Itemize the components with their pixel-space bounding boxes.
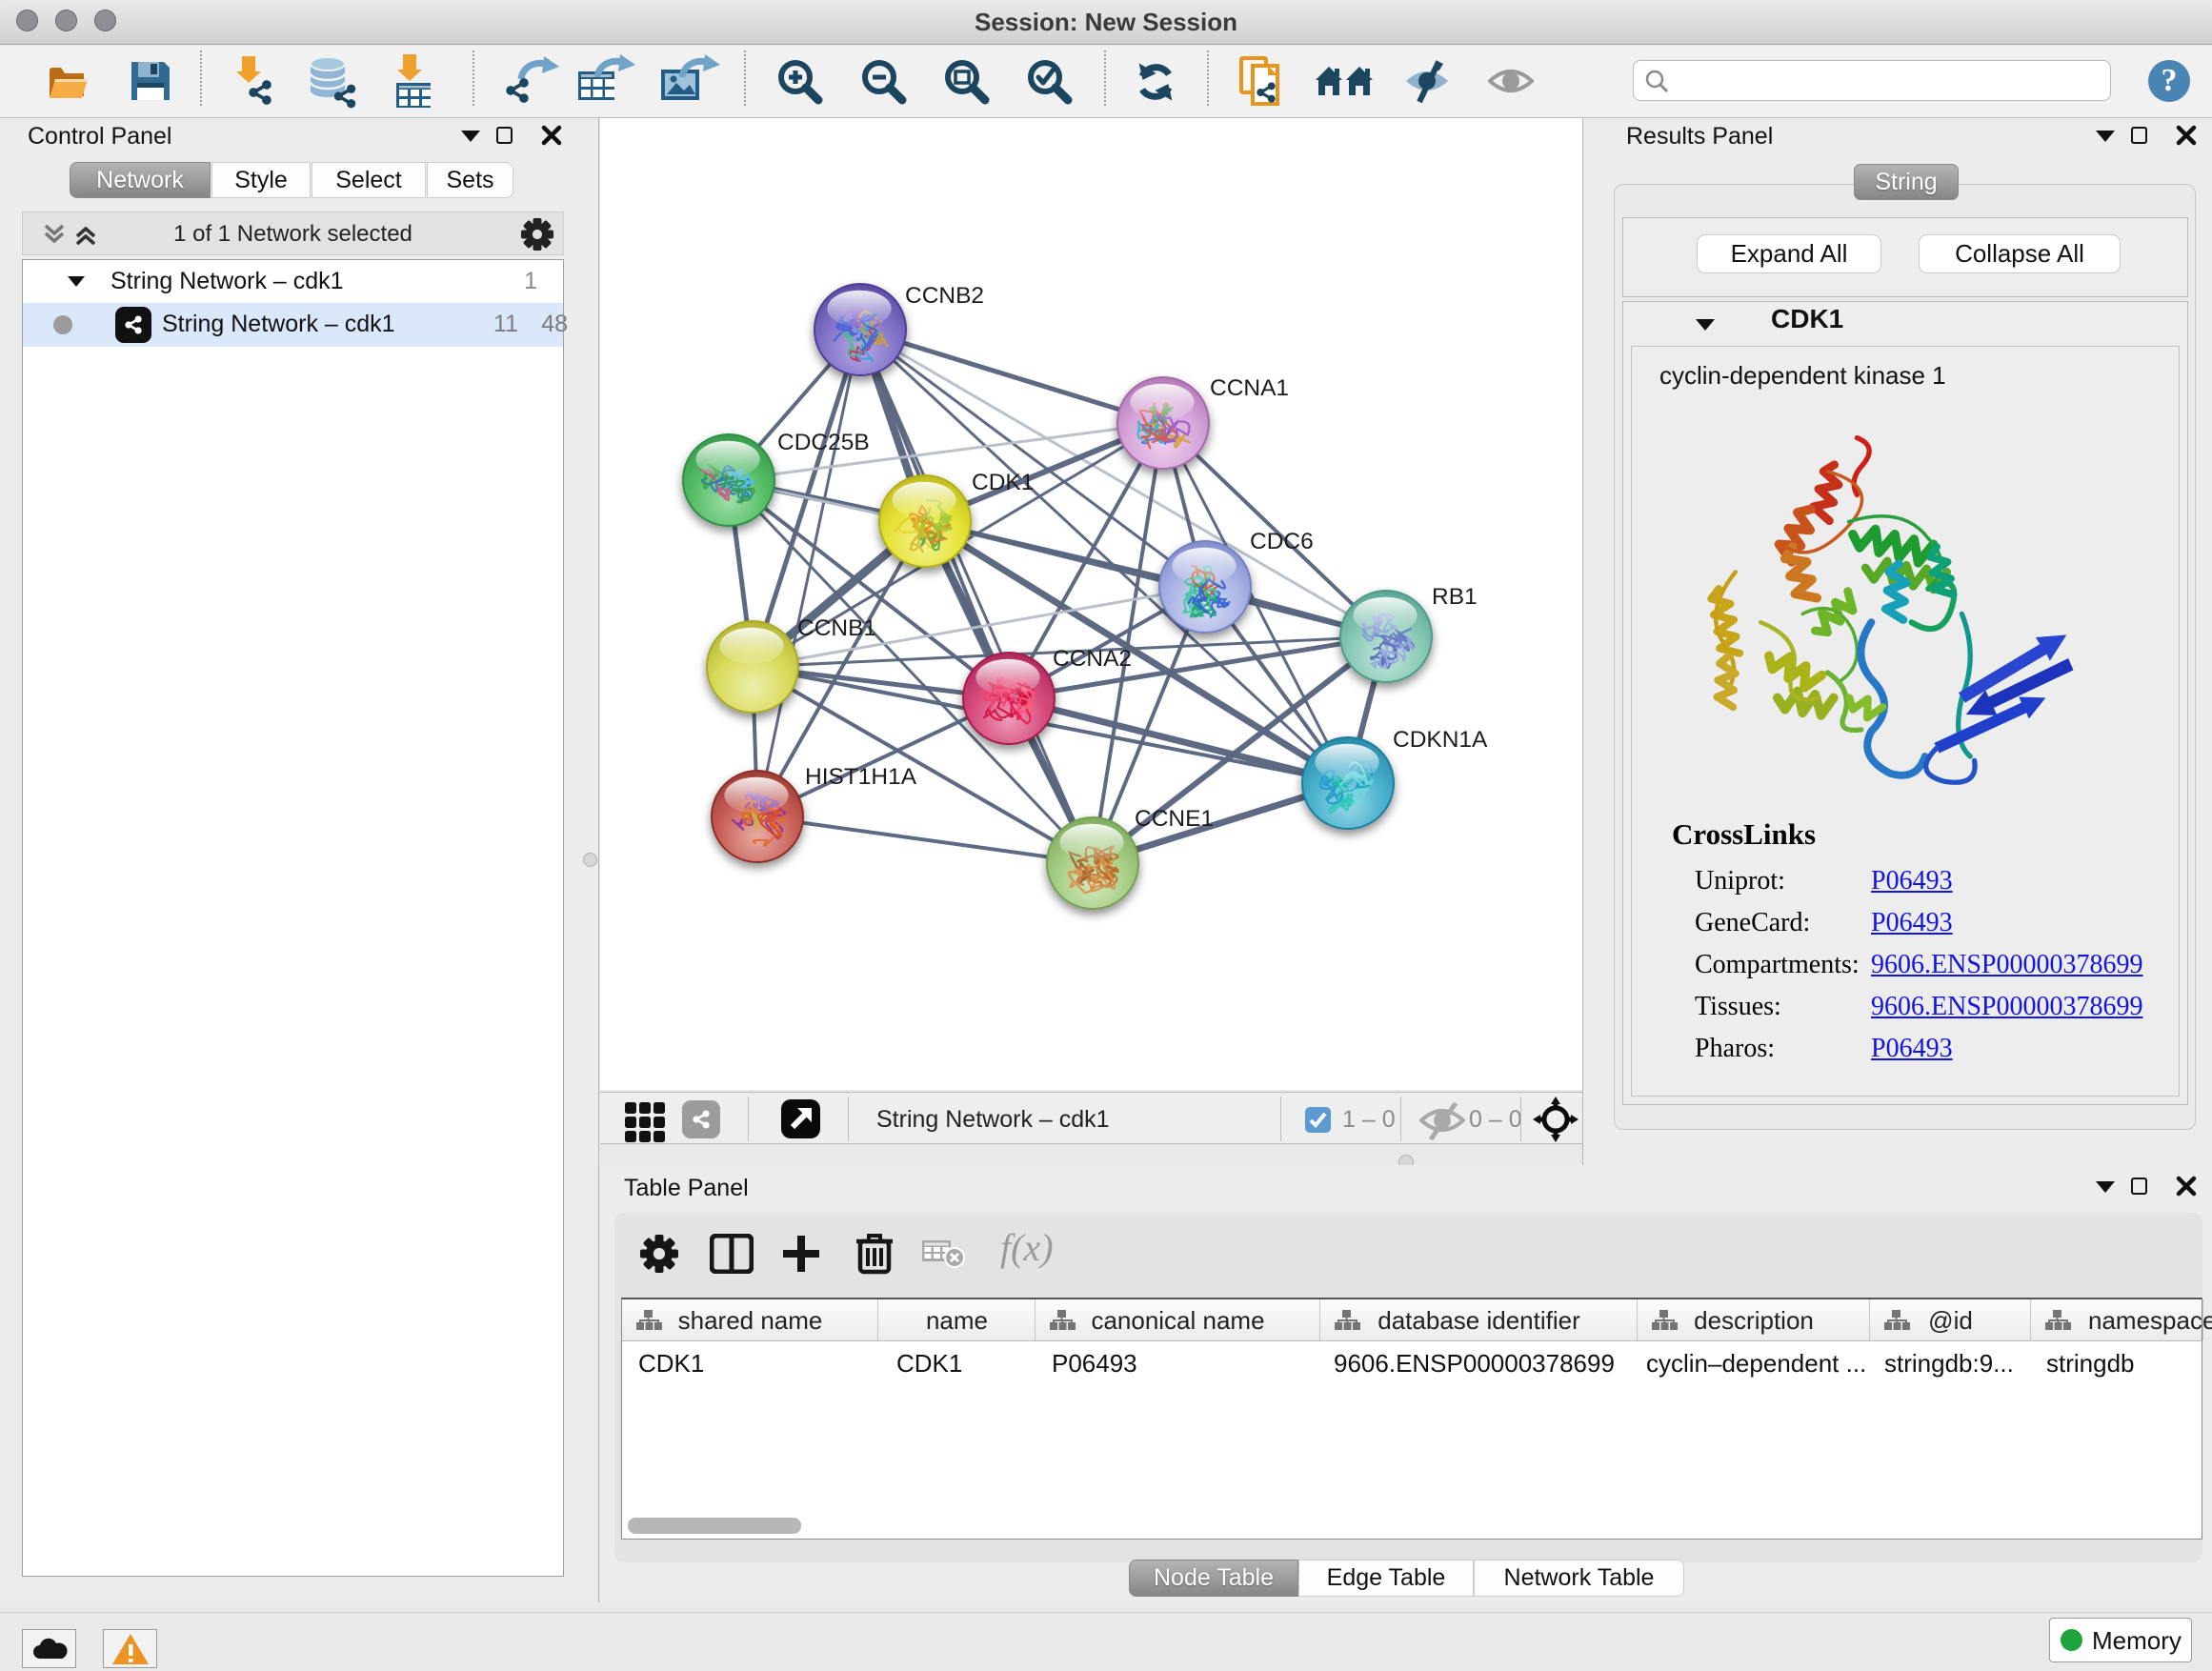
svg-text:CCNE1: CCNE1 bbox=[1135, 806, 1214, 832]
svg-text:CCNA2: CCNA2 bbox=[1053, 646, 1132, 672]
svg-text:CCNA1: CCNA1 bbox=[1210, 375, 1289, 401]
svg-text:CCNB1: CCNB1 bbox=[797, 615, 876, 641]
svg-text:?: ? bbox=[2162, 63, 2178, 98]
svg-text:CDC6: CDC6 bbox=[1250, 529, 1314, 554]
svg-text:CDKN1A: CDKN1A bbox=[1393, 727, 1488, 753]
svg-text:CDK1: CDK1 bbox=[972, 470, 1034, 495]
svg-text:RB1: RB1 bbox=[1432, 584, 1478, 610]
svg-text:CCNB2: CCNB2 bbox=[905, 283, 984, 309]
svg-text:HIST1H1A: HIST1H1A bbox=[805, 764, 917, 790]
svg-text:CDC25B: CDC25B bbox=[777, 430, 870, 455]
